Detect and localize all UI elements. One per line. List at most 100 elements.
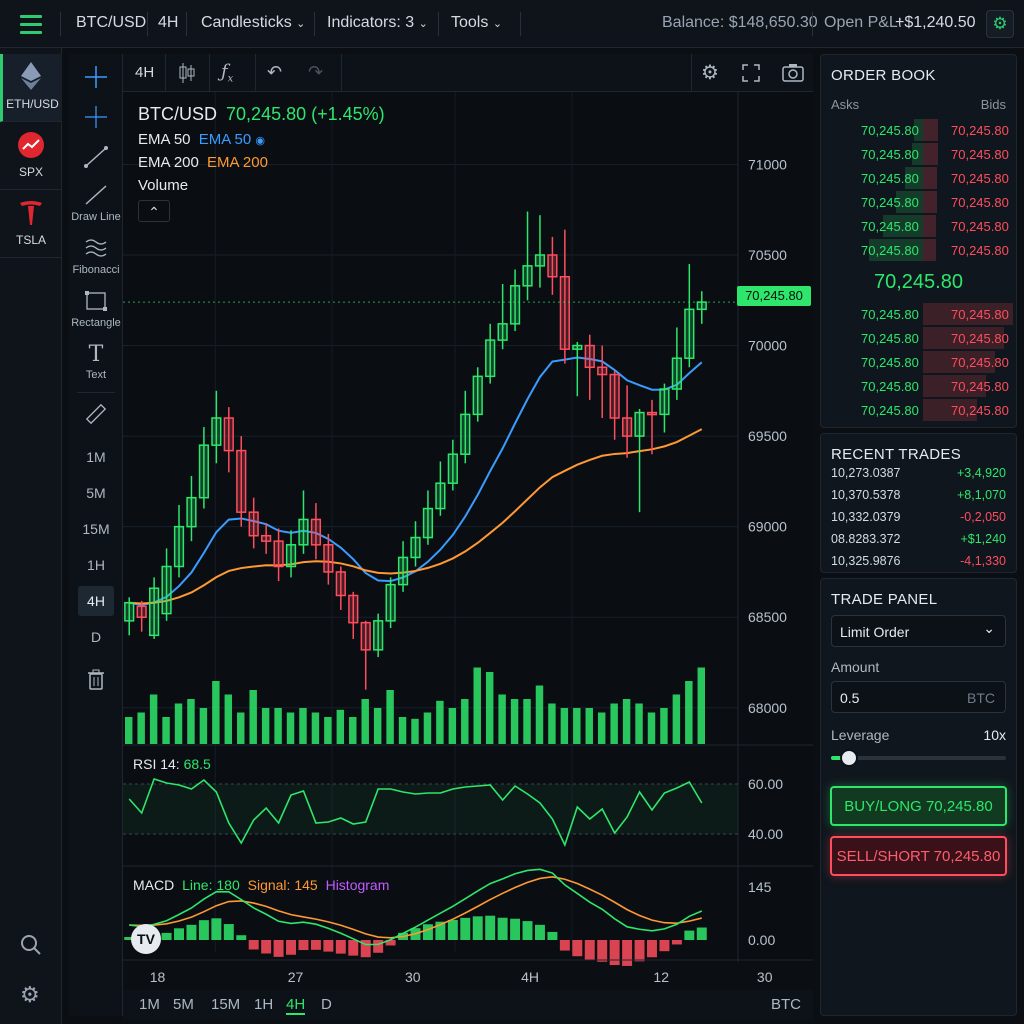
trade-change: -4,1,330 — [960, 554, 1006, 568]
depth-bar — [923, 191, 937, 213]
trade-row: 10,332.0379 -0,2,050 — [831, 510, 1006, 524]
timeframe-1m[interactable]: 1M — [139, 996, 160, 1013]
order-book-row[interactable]: 70,245.80 70,245.80 — [833, 375, 1013, 397]
order-book-row[interactable]: 70,245.80 70,245.80 — [833, 351, 1013, 373]
eye-icon[interactable]: ◉ — [255, 135, 265, 147]
redo-icon[interactable]: ↷ — [308, 62, 323, 83]
symbol-selector[interactable]: BTC/USD — [76, 14, 146, 32]
gear-icon[interactable]: ⚙ — [20, 982, 40, 1008]
x-axis-label: 27 — [288, 969, 304, 985]
order-book-row[interactable]: 70,245.80 70,245.80 — [833, 399, 1013, 421]
settings-button[interactable]: ⚙ — [986, 10, 1014, 38]
cursor-tool[interactable] — [69, 104, 123, 133]
order-book-row[interactable]: 70,245.80 70,245.80 — [833, 119, 1013, 141]
candle-up — [447, 453, 458, 484]
chart-interval[interactable]: 4H — [135, 64, 154, 81]
x-axis-label: 30 — [405, 969, 421, 985]
rsi-title: RSI 14: — [133, 756, 180, 772]
candle-down — [323, 544, 334, 573]
crosshair-icon — [85, 66, 107, 88]
order-book-row[interactable]: 70,245.80 70,245.80 — [833, 327, 1013, 349]
watchlist-item-spx[interactable]: SPX — [0, 122, 62, 190]
menu-icon[interactable] — [20, 14, 42, 34]
interval-1h[interactable]: 1H — [78, 550, 114, 580]
fibonacci-icon — [85, 239, 107, 257]
candle-down — [646, 411, 658, 416]
function-icon[interactable]: ƒx — [221, 61, 233, 85]
order-book-row[interactable]: 70,245.80 70,245.80 — [833, 143, 1013, 165]
rectangle-tool[interactable]: Rectangle — [69, 290, 123, 329]
delete-drawings-button[interactable] — [69, 668, 123, 695]
interval-5m[interactable]: 5M — [78, 478, 114, 508]
text-tool[interactable]: T Text — [69, 342, 123, 381]
tools-dropdown[interactable]: Tools ⌄ — [451, 14, 502, 32]
draw-line-tool[interactable]: Draw Line — [69, 184, 123, 223]
interval-d[interactable]: D — [78, 622, 114, 652]
chart-settings-icon[interactable]: ⚙ — [701, 60, 719, 85]
search-icon[interactable] — [20, 934, 42, 956]
order-type-select[interactable]: Limit Order ⌄ — [831, 615, 1006, 647]
timeframe-5m[interactable]: 5M — [173, 996, 194, 1013]
collapse-legend-button[interactable]: ⌃ — [138, 200, 170, 222]
volume-bar — [224, 694, 233, 744]
fibonacci-tool[interactable]: Fibonacci — [69, 237, 123, 276]
order-book-row[interactable]: 70,245.80 70,245.80 — [833, 303, 1013, 325]
interval-1m[interactable]: 1M — [78, 442, 114, 472]
volume-bar — [685, 681, 693, 744]
volume-bar — [162, 717, 170, 744]
candle-up — [149, 587, 160, 637]
leverage-slider[interactable] — [831, 749, 1006, 767]
macd-label: MACD Line: 180 Signal: 145 Histogram — [133, 877, 389, 893]
sell-short-button[interactable]: SELL/SHORT 70,245.80 — [830, 836, 1007, 876]
interval-4h[interactable]: 4H — [78, 586, 114, 616]
watchlist-item-eth[interactable]: ETH/USD — [0, 54, 62, 122]
timeframe-4h[interactable]: 4H — [286, 996, 306, 1015]
order-book-row[interactable]: 70,245.80 70,245.80 — [833, 215, 1013, 237]
candle-down — [310, 518, 322, 546]
buy-long-button[interactable]: BUY/LONG 70,245.80 — [830, 786, 1007, 826]
macd-histogram-bar — [211, 918, 222, 940]
volume-bar — [697, 667, 705, 744]
fullscreen-icon[interactable] — [741, 63, 761, 83]
y-axis-label: 71000 — [748, 156, 787, 172]
undo-icon[interactable]: ↶ — [267, 62, 282, 83]
crosshair-tool[interactable] — [69, 64, 123, 93]
candle-down — [261, 534, 272, 542]
amount-input[interactable]: 0.5 BTC — [831, 681, 1006, 713]
macd-histogram-bar — [422, 924, 433, 940]
ruler-tool[interactable] — [69, 402, 123, 429]
cross-cursor-icon — [85, 106, 107, 128]
ask-price: 70,245.80 — [861, 123, 919, 138]
depth-bar — [923, 119, 938, 141]
order-book-row[interactable]: 70,245.80 70,245.80 — [833, 167, 1013, 189]
timeframe-1h[interactable]: 1H — [254, 996, 273, 1013]
x-axis-label: 12 — [653, 969, 669, 985]
macd-histogram-bar — [622, 940, 633, 966]
macd-histogram-bar — [522, 921, 533, 940]
indicators-dropdown[interactable]: Indicators: 3 ⌄ — [327, 14, 428, 32]
volume-bar — [660, 708, 668, 744]
leverage-slider-handle[interactable] — [839, 749, 858, 767]
open-pnl-label: Open P&L: — [824, 14, 903, 31]
interval-15m[interactable]: 15M — [78, 514, 114, 544]
timeframe-bar: 1M 5M 15M 1H 4H D BTC — [123, 990, 813, 1020]
trend-line-tool[interactable] — [69, 144, 123, 173]
macd-histogram-bar — [497, 917, 508, 940]
volume-bar — [485, 672, 494, 744]
price-chart[interactable]: 71000 70500 70000 69500 69000 68500 68000 60.00… — [123, 92, 813, 985]
interval-selector[interactable]: 4H — [158, 14, 178, 32]
chart-type-dropdown[interactable]: Candlesticks ⌄ — [201, 14, 305, 32]
watchlist-label: ETH/USD — [6, 97, 59, 111]
macd-histogram-bar — [547, 931, 558, 940]
timeframe-d[interactable]: D — [321, 996, 332, 1013]
order-book-row[interactable]: 70,245.80 70,245.80 — [833, 239, 1013, 261]
y-axis-label: 70000 — [748, 338, 787, 354]
macd-histogram-bar — [447, 919, 458, 940]
watchlist-item-tsla[interactable]: TSLA — [0, 190, 62, 258]
chart-canvas[interactable]: 71000 70500 70000 69500 69000 68500 68000 60.00… — [123, 92, 813, 992]
camera-icon[interactable] — [781, 63, 805, 83]
order-book-row[interactable]: 70,245.80 70,245.80 — [833, 191, 1013, 213]
depth-bar — [923, 239, 936, 261]
timeframe-15m[interactable]: 15M — [211, 996, 240, 1013]
candlestick-icon[interactable] — [177, 62, 197, 84]
